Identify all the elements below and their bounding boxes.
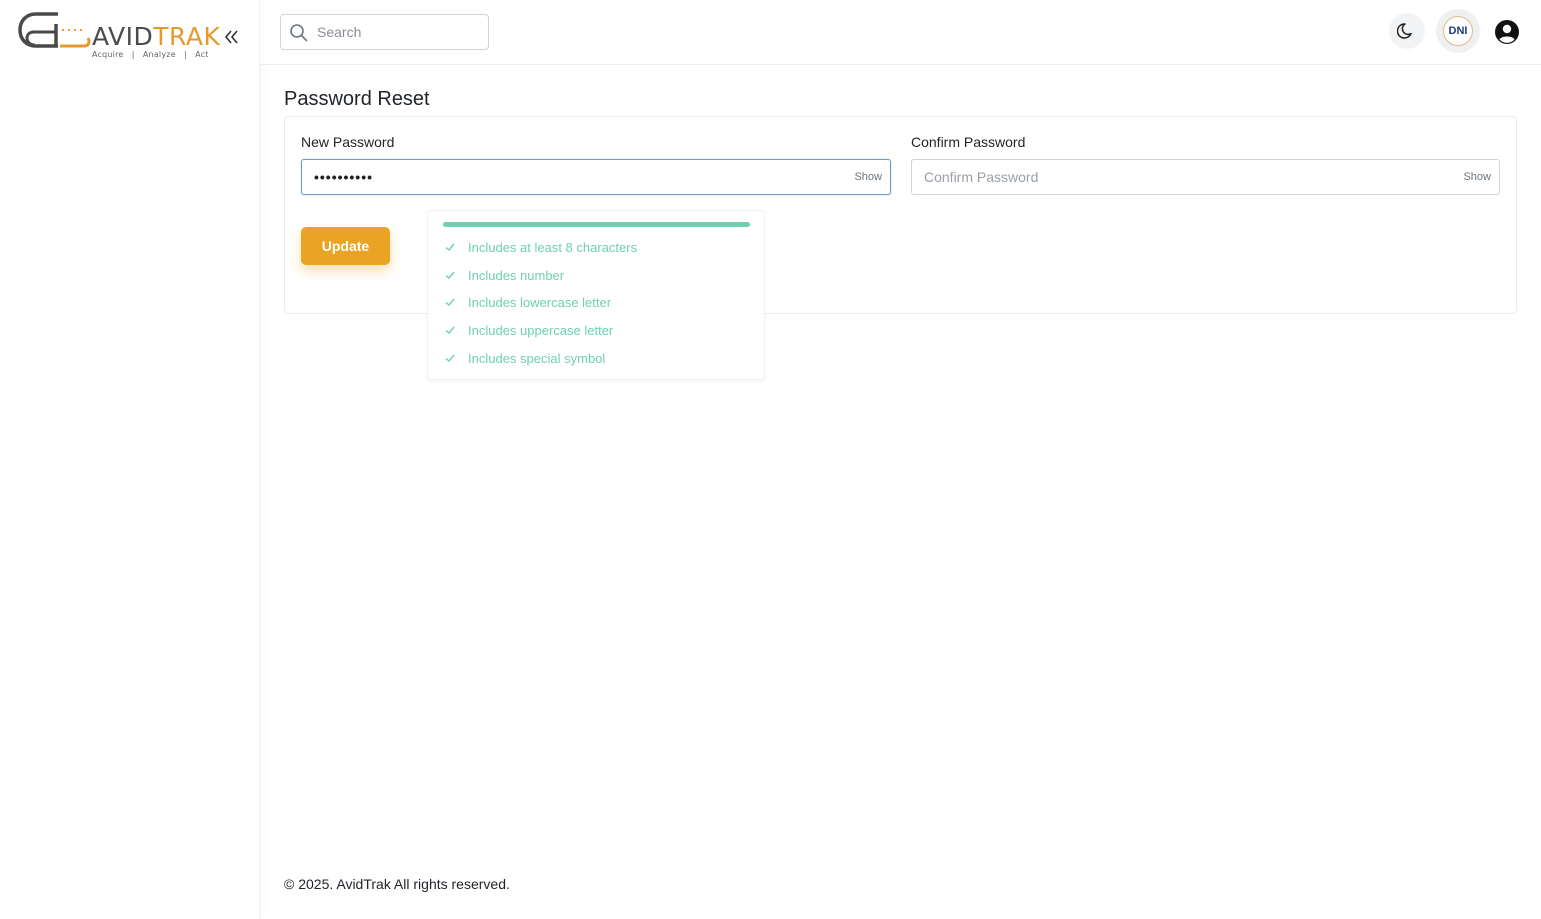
organization-button[interactable]: DNI bbox=[1436, 9, 1480, 53]
password-strength-bar bbox=[443, 222, 750, 227]
check-icon bbox=[445, 243, 455, 251]
confirm-password-label: Confirm Password bbox=[911, 134, 1026, 150]
check-icon bbox=[445, 271, 455, 279]
strength-rule: Includes special symbol bbox=[444, 348, 605, 368]
user-circle-icon bbox=[1495, 20, 1519, 44]
strength-rule-label: Includes at least 8 characters bbox=[468, 239, 638, 255]
new-password-show-toggle[interactable]: Show bbox=[854, 171, 882, 183]
strength-rule-label: Includes special symbol bbox=[468, 350, 606, 366]
strength-rule-label: Includes lowercase letter bbox=[468, 294, 612, 310]
search-icon bbox=[290, 24, 308, 42]
strength-rule-label: Includes uppercase letter bbox=[468, 322, 614, 338]
logo-wordmark: AVIDTRAK bbox=[92, 22, 221, 51]
confirm-password-input[interactable] bbox=[924, 160, 1444, 194]
confirm-password-field[interactable]: Show bbox=[911, 159, 1500, 195]
strength-rule-label: Includes number bbox=[468, 267, 565, 283]
sidebar: AVIDTRAK Acquire | Analyze | Act bbox=[0, 0, 260, 919]
search-input[interactable] bbox=[317, 15, 485, 49]
double-chevron-left-icon bbox=[224, 30, 238, 44]
new-password-label: New Password bbox=[301, 134, 395, 150]
theme-toggle-button[interactable] bbox=[1389, 13, 1425, 49]
page-title: Password Reset bbox=[284, 88, 430, 110]
collapse-sidebar-button[interactable] bbox=[222, 24, 242, 50]
strength-rule: Includes uppercase letter bbox=[444, 320, 613, 340]
top-header: DNI bbox=[260, 0, 1541, 65]
strength-rule: Includes at least 8 characters bbox=[444, 237, 637, 257]
user-menu-button[interactable] bbox=[1494, 19, 1520, 45]
password-strength-popover: Includes at least 8 characters Includes … bbox=[427, 210, 765, 380]
logo-tagline: Acquire | Analyze | Act bbox=[92, 50, 209, 59]
search-box[interactable] bbox=[280, 14, 489, 50]
check-icon bbox=[445, 298, 455, 306]
check-icon bbox=[445, 326, 455, 334]
confirm-password-show-toggle[interactable]: Show bbox=[1463, 171, 1491, 183]
update-button[interactable]: Update bbox=[301, 227, 390, 265]
avidtrak-logo[interactable]: AVIDTRAK Acquire | Analyze | Act bbox=[18, 10, 221, 62]
moon-icon bbox=[1397, 23, 1412, 39]
organization-logo: DNI bbox=[1443, 16, 1473, 46]
check-icon bbox=[445, 354, 455, 362]
strength-rule: Includes number bbox=[444, 265, 564, 285]
strength-rule: Includes lowercase letter bbox=[444, 292, 611, 312]
new-password-input[interactable] bbox=[314, 160, 834, 194]
footer-copyright: © 2025. AvidTrak All rights reserved. bbox=[284, 876, 510, 892]
new-password-field[interactable]: Show bbox=[301, 159, 891, 195]
